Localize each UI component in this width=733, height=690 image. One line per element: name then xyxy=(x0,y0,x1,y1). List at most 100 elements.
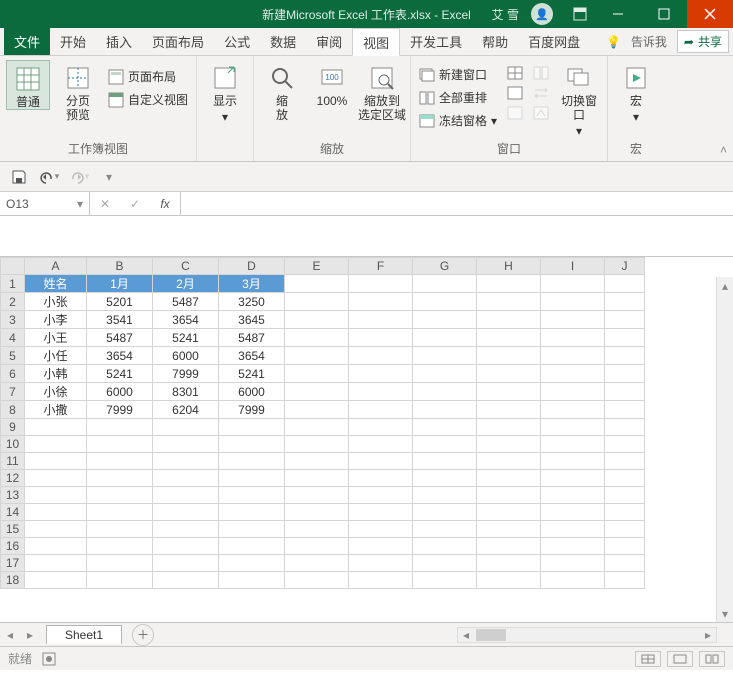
cell[interactable] xyxy=(605,504,645,521)
col-header[interactable]: E xyxy=(285,258,349,275)
cell[interactable] xyxy=(541,365,605,383)
cell[interactable]: 7999 xyxy=(87,401,153,419)
row-header[interactable]: 12 xyxy=(1,470,25,487)
horizontal-scrollbar[interactable]: ◂ ▸ xyxy=(457,627,717,643)
cell[interactable]: 3654 xyxy=(219,347,285,365)
cell[interactable] xyxy=(605,572,645,589)
cell[interactable] xyxy=(541,275,605,293)
cell[interactable] xyxy=(605,538,645,555)
cell[interactable]: 3250 xyxy=(219,293,285,311)
cell[interactable]: 小王 xyxy=(25,329,87,347)
cell[interactable] xyxy=(413,311,477,329)
enter-formula-button[interactable]: ✓ xyxy=(120,197,150,211)
cell[interactable] xyxy=(285,365,349,383)
cell[interactable]: 6000 xyxy=(219,383,285,401)
cell[interactable] xyxy=(605,436,645,453)
cell[interactable] xyxy=(285,329,349,347)
cell[interactable] xyxy=(285,347,349,365)
cell[interactable] xyxy=(349,487,413,504)
cell[interactable]: 6204 xyxy=(153,401,219,419)
unhide-button[interactable] xyxy=(505,104,525,122)
arrange-all-button[interactable]: 全部重排 xyxy=(417,87,499,108)
cell[interactable]: 小撒 xyxy=(25,401,87,419)
cell[interactable] xyxy=(477,329,541,347)
zoom-button[interactable]: 缩 放 xyxy=(260,60,304,122)
tab-view[interactable]: 视图 xyxy=(352,28,400,56)
cell[interactable] xyxy=(349,365,413,383)
cell[interactable] xyxy=(285,538,349,555)
cell[interactable] xyxy=(219,436,285,453)
cell[interactable] xyxy=(25,419,87,436)
cell[interactable] xyxy=(285,401,349,419)
cell[interactable] xyxy=(413,329,477,347)
cell[interactable] xyxy=(25,453,87,470)
cell[interactable] xyxy=(477,470,541,487)
ribbon-display-options[interactable] xyxy=(565,0,595,28)
cell[interactable] xyxy=(285,470,349,487)
cell[interactable] xyxy=(477,293,541,311)
cell[interactable] xyxy=(605,347,645,365)
cell[interactable] xyxy=(153,572,219,589)
tab-page-layout[interactable]: 页面布局 xyxy=(142,28,214,55)
cell[interactable] xyxy=(605,453,645,470)
cell[interactable]: 5487 xyxy=(219,329,285,347)
cell[interactable] xyxy=(477,311,541,329)
cell[interactable]: 1月 xyxy=(87,275,153,293)
cell[interactable] xyxy=(541,329,605,347)
cell[interactable] xyxy=(477,436,541,453)
split-button[interactable] xyxy=(505,64,525,82)
sheet-nav-prev[interactable]: ◂ xyxy=(0,628,20,642)
cell[interactable] xyxy=(541,504,605,521)
cell[interactable] xyxy=(285,453,349,470)
cell[interactable]: 3541 xyxy=(87,311,153,329)
cell[interactable] xyxy=(285,383,349,401)
cell[interactable] xyxy=(87,555,153,572)
cell[interactable]: 3645 xyxy=(219,311,285,329)
cell[interactable] xyxy=(541,383,605,401)
macro-record-icon[interactable] xyxy=(42,652,56,666)
row-header[interactable]: 6 xyxy=(1,365,25,383)
cell[interactable]: 3654 xyxy=(87,347,153,365)
page-break-status-button[interactable] xyxy=(699,651,725,667)
view-custom-views-button[interactable]: 自定义视图 xyxy=(106,89,190,110)
cancel-formula-button[interactable]: ✕ xyxy=(90,197,120,211)
minimize-button[interactable] xyxy=(595,0,641,28)
zoom-100-button[interactable]: 100 100% xyxy=(310,60,354,108)
show-button[interactable]: 显示▾ xyxy=(203,60,247,124)
cell[interactable] xyxy=(87,436,153,453)
cell[interactable] xyxy=(87,521,153,538)
cell[interactable]: 小李 xyxy=(25,311,87,329)
scroll-up-icon[interactable]: ▴ xyxy=(717,277,733,294)
cell[interactable] xyxy=(413,436,477,453)
tab-review[interactable]: 审阅 xyxy=(306,28,352,55)
cell[interactable]: 7999 xyxy=(219,401,285,419)
row-header[interactable]: 16 xyxy=(1,538,25,555)
cell[interactable] xyxy=(25,521,87,538)
cell[interactable] xyxy=(541,401,605,419)
cell[interactable] xyxy=(87,538,153,555)
scroll-down-icon[interactable]: ▾ xyxy=(717,605,733,622)
cell[interactable]: 3654 xyxy=(153,311,219,329)
cell[interactable]: 5241 xyxy=(219,365,285,383)
view-normal-button[interactable]: 普通 xyxy=(6,60,50,110)
cell[interactable] xyxy=(477,487,541,504)
cell[interactable] xyxy=(349,521,413,538)
cell[interactable] xyxy=(605,521,645,538)
col-header[interactable]: J xyxy=(605,258,645,275)
row-header[interactable]: 14 xyxy=(1,504,25,521)
cell[interactable] xyxy=(605,487,645,504)
cell[interactable] xyxy=(25,504,87,521)
tab-file[interactable]: 文件 xyxy=(4,28,50,55)
page-layout-status-button[interactable] xyxy=(667,651,693,667)
cell[interactable]: 7999 xyxy=(153,365,219,383)
cell[interactable] xyxy=(349,453,413,470)
cell[interactable]: 3月 xyxy=(219,275,285,293)
cell[interactable] xyxy=(285,521,349,538)
cell[interactable] xyxy=(541,555,605,572)
cell[interactable] xyxy=(541,347,605,365)
zoom-to-selection-button[interactable]: 缩放到 选定区域 xyxy=(360,60,404,122)
cell[interactable]: 小张 xyxy=(25,293,87,311)
cell[interactable]: 5241 xyxy=(87,365,153,383)
cell[interactable]: 6000 xyxy=(87,383,153,401)
cell[interactable]: 5487 xyxy=(153,293,219,311)
